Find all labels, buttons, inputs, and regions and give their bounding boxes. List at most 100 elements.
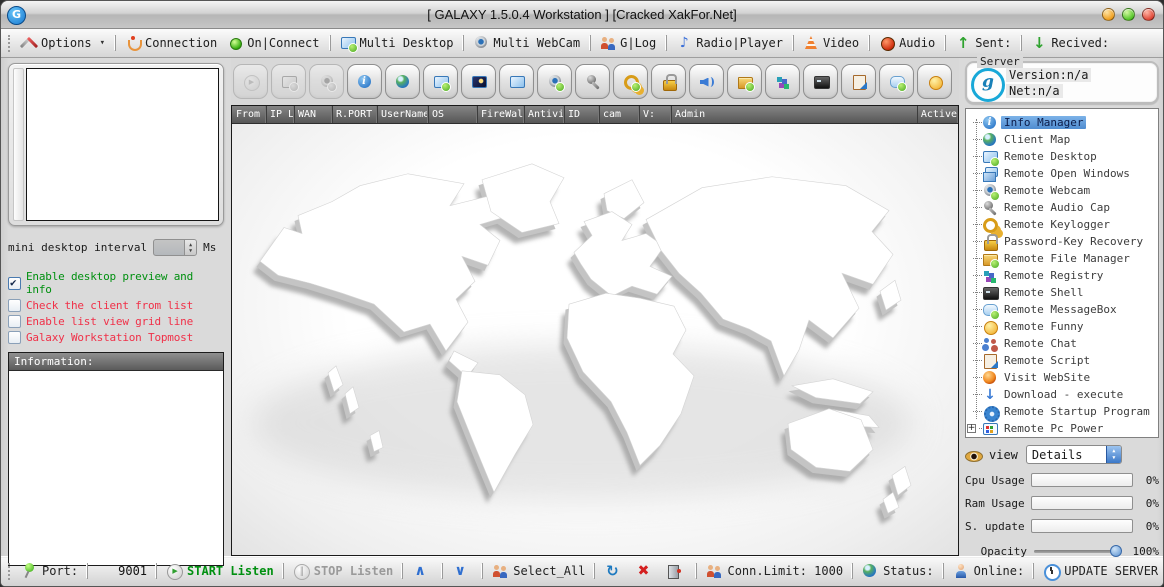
checkbox[interactable] [8,299,21,312]
menubar-item[interactable]: Connection ▾ [115,35,222,51]
opacity-slider-thumb[interactable] [1110,545,1122,557]
action-button[interactable] [879,64,914,99]
column-header[interactable]: OS [428,106,477,123]
statusbar-item[interactable]: STOP Listen [283,563,398,579]
column-header[interactable]: WAN [294,106,332,123]
action-button[interactable] [689,64,724,99]
menubar-item[interactable]: Audio ▾ [869,35,940,51]
column-header[interactable]: R.PORT [332,106,377,123]
select-stepper-icon[interactable]: ▲▼ [1106,446,1121,463]
tree-item[interactable]: + Remote Webcam [966,182,1158,199]
view-mode-select[interactable]: Details ▲▼ [1026,445,1122,464]
menubar-item[interactable]: Video ▾ [793,35,864,51]
statusbar-item[interactable]: Online: [943,563,1030,579]
column-header[interactable]: FireWall [477,106,524,123]
column-header[interactable]: From [232,106,266,123]
column-header[interactable]: Active [917,106,958,123]
column-header[interactable]: ID [564,106,599,123]
action-button[interactable] [423,64,458,99]
action-button[interactable] [803,64,838,99]
tree-item[interactable]: + Remote Chat [966,335,1158,352]
tree-item[interactable]: + Remote Audio Cap [966,199,1158,216]
option-checkbox-row[interactable]: Check the client from list [8,299,224,312]
menubar-item[interactable]: G|Log ▾ [590,35,661,51]
menubar-item[interactable]: On|Connect ▾ [222,35,324,51]
column-header[interactable]: V: [639,106,671,123]
preview-scroll-strip[interactable] [13,68,24,221]
menubar-item[interactable]: ♪ Radio|Player ▾ [666,35,788,51]
action-button[interactable] [765,64,800,99]
column-header[interactable]: cam [599,106,639,123]
statusbar-item[interactable]: ✖ [630,563,661,579]
action-button[interactable] [575,64,610,99]
tree-item[interactable]: + Remote Startup Program [966,403,1158,420]
stepper-arrows-icon[interactable]: ▲▼ [184,240,196,255]
tree-item[interactable]: + Remote Pc Power [966,420,1158,437]
action-button[interactable] [917,64,952,99]
close-button[interactable] [1142,8,1155,21]
menubar-item[interactable]: Multi WebCam ▾ [463,35,585,51]
statusbar-item[interactable]: START Listen [156,563,279,579]
action-button[interactable] [537,64,572,99]
statusbar-grip[interactable] [8,563,11,580]
tree-item[interactable]: + Remote Open Windows [966,165,1158,182]
statusbar-item[interactable]: Status: [852,563,939,579]
menubar-item[interactable]: ↑ Sent: ▾ [945,35,1016,51]
option-checkbox-row[interactable]: Enable desktop preview and info [8,270,224,296]
tree-item[interactable]: + ↓ Download - execute [966,386,1158,403]
tree-item[interactable]: + Remote Shell [966,284,1158,301]
option-checkbox-row[interactable]: Galaxy Workstation Topmost [8,331,224,344]
tree-item[interactable]: + Visit WebSite [966,369,1158,386]
tree-item[interactable]: + Remote File Manager [966,250,1158,267]
zoom-button[interactable] [1122,8,1135,21]
action-button[interactable] [271,64,306,99]
action-button[interactable] [461,64,496,99]
tree-item-icon [982,285,998,301]
action-button[interactable] [841,64,876,99]
tree-item[interactable]: + Remote Desktop [966,148,1158,165]
statusbar-item[interactable]: 9001 [87,563,152,579]
column-header[interactable]: Antivirus [524,106,564,123]
option-checkbox-row[interactable]: Enable list view grid line [8,315,224,328]
tree-item[interactable]: + Remote Keylogger [966,216,1158,233]
statusbar-item[interactable]: Conn.Limit: 1000 [696,563,848,579]
tree-item[interactable]: + Remote Script [966,352,1158,369]
statusbar-item[interactable]: UPDATE SERVER COUNT : 0 [1033,563,1163,579]
menubar-item[interactable]: ↓ Recived: ▾ [1021,35,1114,51]
column-header[interactable]: IP LAN [266,106,294,123]
statusbar-item[interactable] [661,563,692,579]
statusbar-item[interactable]: Select_All [482,563,590,579]
expand-plus-icon[interactable]: + [967,424,976,433]
menubar-item[interactable]: Multi Desktop ▾ [330,35,459,51]
action-button[interactable] [385,64,420,99]
statusbar-item[interactable]: Port: [16,563,83,579]
action-button[interactable] [613,64,648,99]
action-button[interactable] [233,64,268,99]
checkbox[interactable] [8,315,21,328]
tree-item[interactable]: + Remote Funny [966,318,1158,335]
interval-stepper[interactable]: ▲▼ [153,239,197,256]
statusbar-item[interactable]: ∨ [442,563,478,579]
tree-item[interactable]: + Client Map [966,131,1158,148]
minimize-button[interactable] [1102,8,1115,21]
action-button[interactable] [499,64,534,99]
action-button[interactable] [309,64,344,99]
tree-item[interactable]: + Info Manager [966,114,1158,131]
checkbox[interactable] [8,331,21,344]
column-header[interactable]: Admin [671,106,917,123]
tree-item[interactable]: + Remote Registry [966,267,1158,284]
tree-item[interactable]: + Remote MessageBox [966,301,1158,318]
toolbar-grip[interactable] [8,35,11,52]
menubar-item[interactable]: Options ▾ [16,35,110,51]
statusbar-item-icon [293,563,309,579]
statusbar-item[interactable]: ↻ [594,563,630,579]
title-bar[interactable]: [ GALAXY 1.5.0.4 Workstation ] [Cracked … [1,1,1163,29]
statusbar-item[interactable]: ∧ [402,563,438,579]
column-header[interactable]: UserName [377,106,428,123]
tree-item[interactable]: + Password-Key Recovery [966,233,1158,250]
opacity-slider[interactable] [1034,550,1120,553]
action-button[interactable] [727,64,762,99]
action-button[interactable] [651,64,686,99]
action-button[interactable] [347,64,382,99]
checkbox[interactable] [8,277,21,290]
